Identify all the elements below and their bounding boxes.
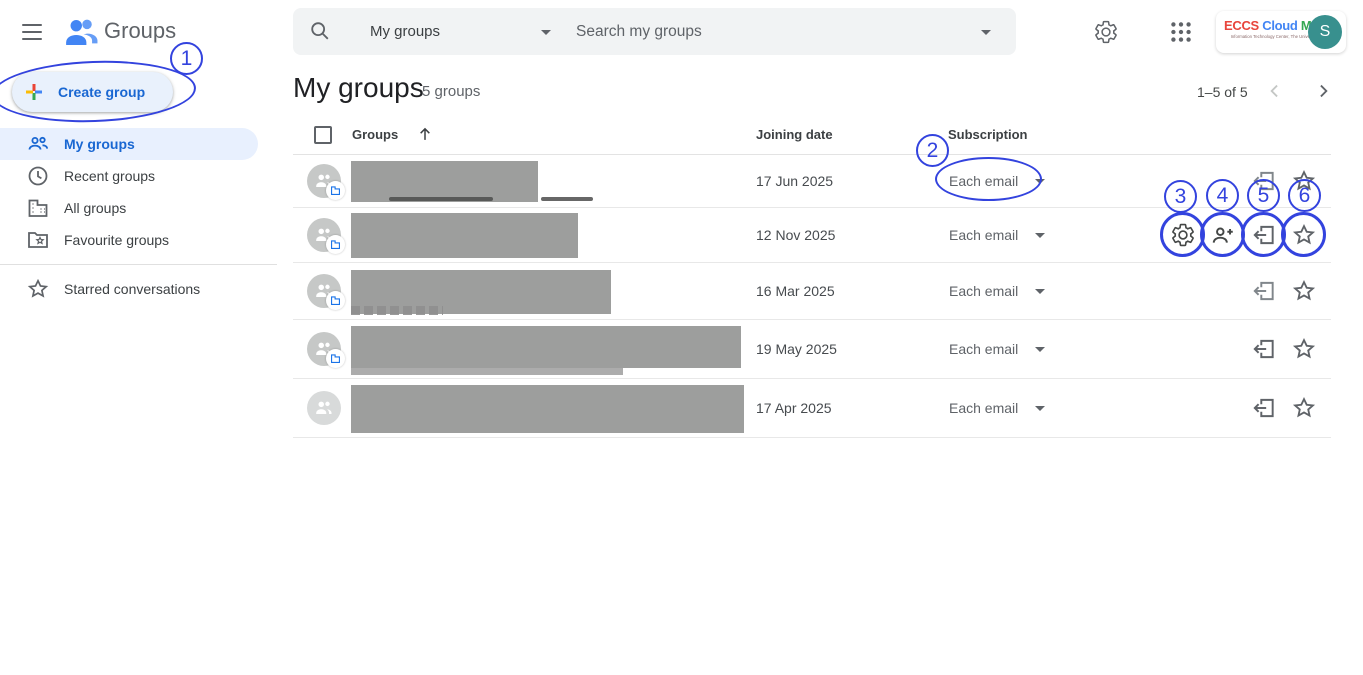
- star-group-button[interactable]: [1291, 336, 1317, 362]
- subscription-dropdown[interactable]: Each email: [949, 227, 1018, 243]
- account-avatar[interactable]: S: [1308, 15, 1342, 49]
- people-icon: [26, 132, 50, 156]
- scope-caret-icon[interactable]: [541, 30, 551, 35]
- table-row[interactable]: 19 May 2025 Each email: [293, 320, 1331, 379]
- folder-star-icon: [26, 228, 50, 252]
- sidebar-item-my-groups[interactable]: My groups: [0, 128, 258, 160]
- search-bar[interactable]: My groups: [293, 8, 1016, 55]
- group-avatar: [307, 391, 341, 425]
- sidebar-item-label: All groups: [64, 200, 126, 216]
- star-group-button[interactable]: [1291, 222, 1317, 248]
- redacted-group-name: [351, 161, 538, 202]
- org-logo-word2: Cloud: [1262, 18, 1297, 33]
- building-icon: [26, 196, 50, 220]
- subscription-caret-icon[interactable]: [1035, 289, 1045, 294]
- subscription-caret-icon[interactable]: [1035, 347, 1045, 352]
- organization-badge-icon: [326, 291, 345, 310]
- clock-icon: [26, 164, 50, 188]
- joining-date: 19 May 2025: [756, 341, 837, 357]
- page-title: My groups: [293, 72, 424, 104]
- search-icon: [309, 20, 331, 42]
- sidebar-divider: [0, 264, 277, 265]
- subscription-dropdown[interactable]: Each email: [949, 173, 1018, 189]
- redacted-group-name: [351, 385, 744, 433]
- select-all-checkbox[interactable]: [314, 126, 332, 144]
- subscription-caret-icon[interactable]: [1035, 406, 1045, 411]
- leave-group-button[interactable]: [1251, 222, 1277, 248]
- organization-badge-icon: [326, 349, 345, 368]
- subscription-dropdown[interactable]: Each email: [949, 341, 1018, 357]
- hamburger-menu-icon[interactable]: [20, 22, 44, 42]
- star-group-button[interactable]: [1291, 168, 1317, 194]
- create-group-button[interactable]: Create group: [12, 72, 173, 112]
- sidebar-item-recent-groups[interactable]: Recent groups: [0, 160, 258, 192]
- sidebar-item-label: Recent groups: [64, 168, 155, 184]
- subscription-dropdown[interactable]: Each email: [949, 283, 1018, 299]
- subscription-caret-icon[interactable]: [1035, 179, 1045, 184]
- sidebar-item-label: Favourite groups: [64, 232, 169, 248]
- subscription-dropdown[interactable]: Each email: [949, 400, 1018, 416]
- star-group-button[interactable]: [1291, 395, 1317, 421]
- google-groups-page: Groups My groups ECCS Cloud Mail Informa…: [0, 0, 1363, 675]
- star-group-button[interactable]: [1291, 278, 1317, 304]
- previous-page-chevron-icon[interactable]: [1265, 81, 1285, 101]
- joining-date: 17 Jun 2025: [756, 173, 833, 189]
- sidebar-item-favourite-groups[interactable]: Favourite groups: [0, 224, 258, 256]
- search-scope-dropdown[interactable]: My groups: [370, 23, 440, 40]
- create-group-label: Create group: [58, 84, 145, 100]
- pagination-range: 1–5 of 5: [1197, 84, 1248, 100]
- leave-group-button[interactable]: [1251, 395, 1277, 421]
- sidebar-item-label: My groups: [64, 136, 135, 152]
- plus-icon: [24, 82, 44, 102]
- groups-logo-icon: [62, 13, 100, 51]
- redacted-group-name: [351, 213, 578, 258]
- table-header: Groups Joining date Subscription: [293, 114, 1331, 155]
- search-options-caret-icon[interactable]: [981, 30, 991, 35]
- subscription-caret-icon[interactable]: [1035, 233, 1045, 238]
- organization-badge-icon: [326, 181, 345, 200]
- column-header-subscription: Subscription: [948, 127, 1027, 142]
- clipped-text-fragment: [541, 197, 593, 201]
- app-name: Groups: [104, 18, 176, 44]
- column-header-joining-date: Joining date: [756, 127, 833, 142]
- leave-group-button[interactable]: [1251, 278, 1277, 304]
- star-icon: [26, 277, 50, 301]
- search-input[interactable]: [576, 16, 956, 47]
- joining-date: 12 Nov 2025: [756, 227, 835, 243]
- joining-date: 16 Mar 2025: [756, 283, 835, 299]
- group-settings-button[interactable]: [1170, 222, 1196, 248]
- column-header-groups[interactable]: Groups: [352, 127, 398, 142]
- table-row[interactable]: 16 Mar 2025 Each email: [293, 263, 1331, 320]
- apps-grid-icon[interactable]: [1168, 19, 1194, 45]
- org-logo: ECCS Cloud Mail Information Technology C…: [1224, 18, 1314, 40]
- annotation-number-1: 1: [170, 42, 203, 75]
- sidebar-item-starred-conversations[interactable]: Starred conversations: [0, 273, 258, 305]
- add-members-button[interactable]: [1210, 222, 1236, 248]
- sort-ascending-icon[interactable]: [415, 124, 435, 144]
- next-page-chevron-icon[interactable]: [1313, 81, 1333, 101]
- table-row[interactable]: 12 Nov 2025 Each email: [293, 208, 1331, 263]
- clipped-text-fragment: [351, 306, 443, 315]
- org-logo-tagline: Information Technology Center, The Unive…: [1231, 34, 1308, 39]
- joining-date: 17 Apr 2025: [756, 400, 832, 416]
- org-logo-word1: ECCS: [1224, 18, 1259, 33]
- organization-badge-icon: [326, 235, 345, 254]
- clipped-text-fragment: [389, 197, 493, 201]
- redacted-group-name: [351, 326, 741, 368]
- table-row[interactable]: 17 Jun 2025 Each email: [293, 155, 1331, 208]
- sidebar-item-label: Starred conversations: [64, 281, 200, 297]
- group-count: 5 groups: [422, 83, 480, 100]
- leave-group-button[interactable]: [1251, 168, 1277, 194]
- sidebar-item-all-groups[interactable]: All groups: [0, 192, 258, 224]
- redacted-group-name: [351, 368, 623, 375]
- settings-gear-icon[interactable]: [1093, 19, 1119, 45]
- table-row[interactable]: 17 Apr 2025 Each email: [293, 379, 1331, 438]
- leave-group-button[interactable]: [1251, 336, 1277, 362]
